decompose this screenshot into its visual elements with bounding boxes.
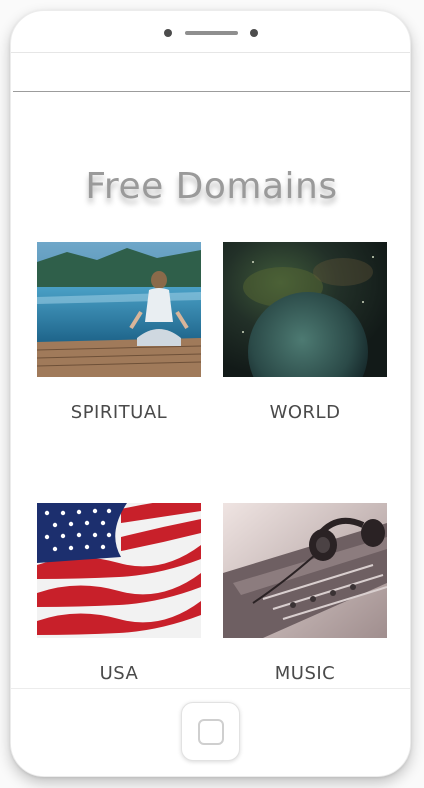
phone-bottom-bezel — [11, 688, 410, 776]
camera-icon — [164, 29, 172, 37]
phone-screen: Free Domains SPIRITUAL WORLD USA MUSIC — [13, 91, 410, 689]
sensor-icon — [250, 29, 258, 37]
tile-usa[interactable]: USA — [37, 503, 201, 684]
tile-label-music[interactable]: MUSIC — [223, 663, 387, 684]
page-title: Free Domains — [85, 166, 338, 207]
tile-label-world[interactable]: WORLD — [223, 402, 387, 423]
home-button[interactable] — [181, 702, 240, 761]
tile-world[interactable]: WORLD — [223, 242, 387, 423]
phone-frame: Free Domains SPIRITUAL WORLD USA MUSIC — [10, 10, 411, 777]
phone-top-bezel — [11, 11, 410, 53]
tile-label-usa[interactable]: USA — [37, 663, 201, 684]
world-image[interactable] — [223, 242, 387, 377]
tile-spiritual[interactable]: SPIRITUAL — [37, 242, 201, 423]
usa-image[interactable] — [37, 503, 201, 638]
home-button-icon — [198, 719, 224, 745]
tile-music[interactable]: MUSIC — [223, 503, 387, 684]
music-image[interactable] — [223, 503, 387, 638]
speaker-icon — [185, 31, 238, 35]
spiritual-image[interactable] — [37, 242, 201, 377]
tile-label-spiritual[interactable]: SPIRITUAL — [37, 402, 201, 423]
